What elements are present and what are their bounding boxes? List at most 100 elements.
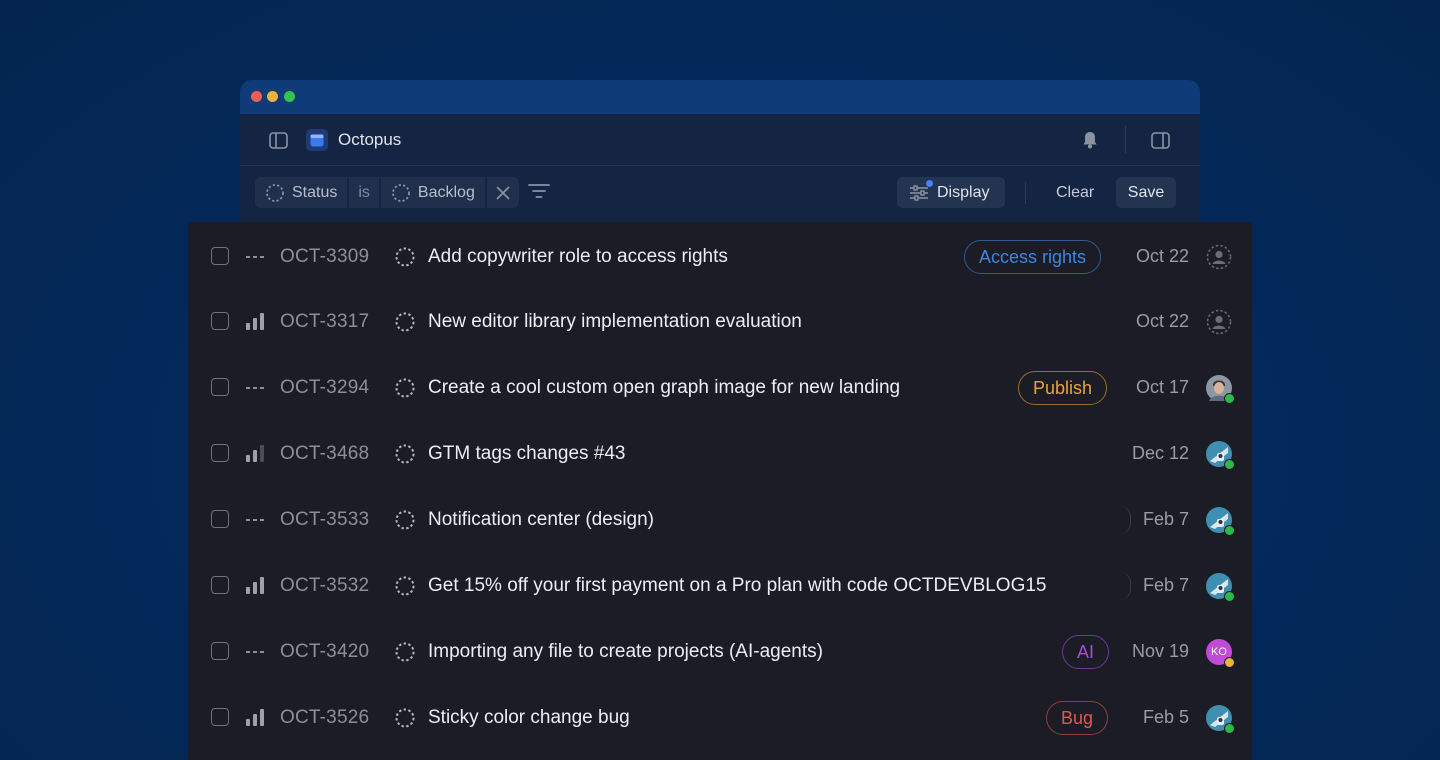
assignee-avatar[interactable] xyxy=(1206,507,1235,536)
label-tag[interactable]: Publish xyxy=(1018,371,1108,405)
save-button[interactable]: Save xyxy=(1116,177,1176,208)
issue-row[interactable]: OCT-3294 Create a cool custom open graph … xyxy=(188,358,1252,418)
issue-date: Nov 19 xyxy=(1131,641,1189,661)
close-icon xyxy=(496,186,510,199)
status-backlog-icon[interactable] xyxy=(394,311,416,333)
row-checkbox[interactable] xyxy=(211,642,229,660)
row-checkbox[interactable] xyxy=(211,510,229,528)
issue-date: Feb 5 xyxy=(1142,707,1189,727)
status-backlog-icon xyxy=(392,183,410,202)
issue-id: OCT-3420 xyxy=(280,641,370,662)
maximize-window-button[interactable] xyxy=(284,91,295,102)
status-backlog-icon[interactable] xyxy=(394,377,416,399)
display-button[interactable]: Display xyxy=(897,177,1005,208)
status-backlog-icon[interactable] xyxy=(394,246,416,268)
right-panel-toggle-icon[interactable] xyxy=(1150,130,1170,150)
unassigned-avatar-icon[interactable] xyxy=(1206,309,1232,335)
unassigned-avatar-icon[interactable] xyxy=(1206,244,1232,270)
label-tag[interactable]: AI xyxy=(1062,635,1110,669)
presence-indicator xyxy=(1224,459,1235,470)
assignee-avatar[interactable] xyxy=(1206,705,1235,734)
no-priority-icon[interactable] xyxy=(245,643,265,661)
issue-id: OCT-3532 xyxy=(280,575,370,596)
issue-title[interactable]: Add copywriter role to access rights xyxy=(428,246,728,268)
status-backlog-icon[interactable] xyxy=(394,443,416,465)
issue-title[interactable]: New editor library implementation evalua… xyxy=(428,311,802,333)
issue-id: OCT-3468 xyxy=(280,443,370,464)
issue-title[interactable]: GTM tags changes #43 xyxy=(428,443,626,465)
issue-title[interactable]: Sticky color change bug xyxy=(428,707,630,729)
issue-id: OCT-3309 xyxy=(280,246,370,267)
row-checkbox[interactable] xyxy=(211,312,229,330)
issue-title[interactable]: Importing any file to create projects (A… xyxy=(428,641,823,663)
filter-field-label: Status xyxy=(292,183,338,201)
filter-value-chip[interactable]: Backlog xyxy=(380,177,485,208)
row-checkbox[interactable] xyxy=(211,378,229,396)
issue-title[interactable]: Get 15% off your first payment on a Pro … xyxy=(428,575,1047,597)
issue-row[interactable]: OCT-3532 Get 15% off your first payment o… xyxy=(188,556,1252,616)
project-name[interactable]: Octopus xyxy=(338,130,401,150)
high-priority-icon[interactable] xyxy=(245,577,265,595)
issue-row[interactable]: OCT-3420 Importing any file to create pro… xyxy=(188,622,1252,682)
medium-priority-icon[interactable] xyxy=(245,445,265,463)
assignee-avatar[interactable]: KO xyxy=(1206,639,1235,668)
clear-button[interactable]: Clear xyxy=(1046,177,1104,208)
status-backlog-icon xyxy=(266,183,284,202)
assignee-avatar[interactable] xyxy=(1206,441,1235,470)
assignee-avatar[interactable] xyxy=(1206,375,1235,404)
issue-id: OCT-3294 xyxy=(280,377,370,398)
presence-indicator xyxy=(1224,657,1235,668)
issue-row[interactable]: OCT-3317 New editor library implementatio… xyxy=(188,292,1252,352)
status-backlog-icon[interactable] xyxy=(394,575,416,597)
minimize-window-button[interactable] xyxy=(267,91,278,102)
issue-date: Oct 22 xyxy=(1135,246,1189,266)
presence-indicator xyxy=(1224,591,1235,602)
issue-list: OCT-3309 Add copywriter role to access ri… xyxy=(188,222,1252,760)
header-divider xyxy=(1125,126,1126,153)
high-priority-icon[interactable] xyxy=(245,313,265,331)
issue-date: Dec 12 xyxy=(1131,443,1189,463)
sliders-icon xyxy=(909,179,933,202)
label-tag[interactable]: Access rights xyxy=(964,240,1102,274)
row-checkbox[interactable] xyxy=(211,247,229,265)
project-header: Octopus xyxy=(240,114,1200,166)
remove-filter-button[interactable] xyxy=(486,177,519,208)
issue-id: OCT-3526 xyxy=(280,707,370,728)
issue-row[interactable]: OCT-3526 Sticky color change bug Bug Feb 5 xyxy=(188,688,1252,748)
toolbar-divider xyxy=(1025,182,1026,204)
status-backlog-icon[interactable] xyxy=(394,509,416,531)
no-priority-icon[interactable] xyxy=(245,248,265,266)
row-checkbox[interactable] xyxy=(211,444,229,462)
row-divider xyxy=(1120,506,1131,534)
issue-id: OCT-3317 xyxy=(280,311,370,332)
status-backlog-icon[interactable] xyxy=(394,707,416,729)
bell-icon[interactable] xyxy=(1080,130,1100,150)
row-checkbox[interactable] xyxy=(211,576,229,594)
issue-date: Feb 7 xyxy=(1142,509,1189,529)
close-window-button[interactable] xyxy=(251,91,262,102)
filter-operator-label: is xyxy=(358,183,370,201)
no-priority-icon[interactable] xyxy=(245,379,265,397)
label-tag[interactable]: Bug xyxy=(1046,701,1109,735)
issue-row[interactable]: OCT-3468 GTM tags changes #43 Dec 12 xyxy=(188,424,1252,484)
status-backlog-icon[interactable] xyxy=(394,641,416,663)
row-divider xyxy=(1120,572,1131,600)
filter-field-chip[interactable]: Status xyxy=(255,177,348,208)
presence-indicator xyxy=(1224,723,1235,734)
issue-date: Oct 17 xyxy=(1135,377,1189,397)
filter-operator-chip[interactable]: is xyxy=(349,177,379,208)
issue-row[interactable]: OCT-3533 Notification center (design) Feb … xyxy=(188,490,1252,550)
assignee-avatar[interactable] xyxy=(1206,573,1235,602)
filter-bar: Status is Backlog Display Clear Save xyxy=(240,166,1200,222)
issue-row[interactable]: OCT-3309 Add copywriter role to access ri… xyxy=(188,227,1252,287)
high-priority-icon[interactable] xyxy=(245,709,265,727)
sidebar-toggle-icon[interactable] xyxy=(268,130,288,150)
issue-date: Oct 22 xyxy=(1135,311,1189,331)
issue-title[interactable]: Create a cool custom open graph image fo… xyxy=(428,377,900,399)
project-icon xyxy=(306,129,328,151)
no-priority-icon[interactable] xyxy=(245,511,265,529)
issue-date: Feb 7 xyxy=(1142,575,1189,595)
issue-title[interactable]: Notification center (design) xyxy=(428,509,654,531)
filter-lines-icon[interactable] xyxy=(528,183,550,204)
row-checkbox[interactable] xyxy=(211,708,229,726)
